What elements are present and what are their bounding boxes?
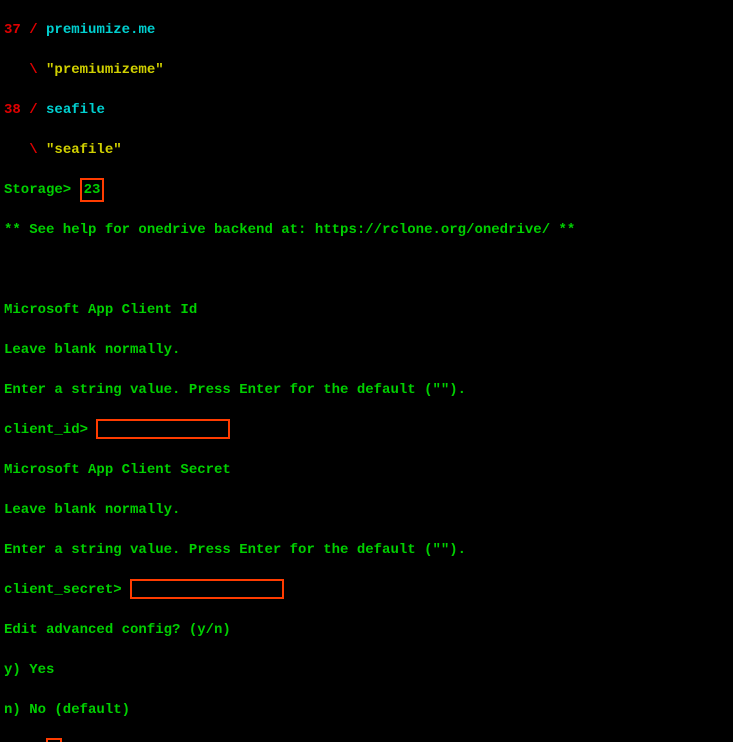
option-y-yes: y) Yes (4, 660, 729, 680)
terminal-output: 37 / premiumize.me \ "premiumizeme" 38 /… (0, 0, 733, 742)
help-line: ** See help for onedrive backend at: htt… (4, 220, 729, 240)
highlight-box: 23 (80, 178, 105, 202)
highlight-box[interactable] (130, 579, 284, 599)
option-number: 38 (4, 102, 21, 118)
storage-prompt-line: Storage> 23 (4, 180, 729, 200)
option-backslash: \ (4, 142, 46, 158)
enter-string-note: Enter a string value. Press Enter for th… (4, 380, 729, 400)
leave-blank-note: Leave blank normally. (4, 340, 729, 360)
scrollbar-track[interactable] (716, 0, 733, 742)
option-description: seafile (46, 102, 105, 118)
enter-string-note: Enter a string value. Press Enter for th… (4, 540, 729, 560)
option-backslash: \ (4, 62, 46, 78)
option-separator: / (21, 22, 46, 38)
option-code: "premiumizeme" (46, 62, 164, 78)
option-line: 37 / premiumize.me (4, 20, 729, 40)
option-code: "seafile" (46, 142, 122, 158)
edit-advanced-prompt: Edit advanced config? (y/n) (4, 620, 729, 640)
highlight-box[interactable] (96, 419, 230, 439)
option-n-no-default: n) No (default) (4, 700, 729, 720)
scrollbar[interactable] (716, 0, 733, 742)
client-secret-title: Microsoft App Client Secret (4, 460, 729, 480)
option-separator: / (21, 102, 46, 118)
leave-blank-note: Leave blank normally. (4, 500, 729, 520)
client-id-prompt: client_id> (4, 422, 88, 438)
option-code-line: \ "seafile" (4, 140, 729, 160)
option-line: 38 / seafile (4, 100, 729, 120)
client-secret-prompt: client_secret> (4, 582, 122, 598)
client-id-prompt-line: client_id> (4, 420, 729, 440)
client-secret-prompt-line: client_secret> (4, 580, 729, 600)
option-code-line: \ "premiumizeme" (4, 60, 729, 80)
highlight-box: n (46, 738, 62, 742)
client-id-title: Microsoft App Client Id (4, 300, 729, 320)
option-description: premiumize.me (46, 22, 155, 38)
storage-prompt: Storage> (4, 182, 71, 198)
storage-input-value[interactable]: 23 (84, 182, 101, 198)
option-number: 37 (4, 22, 21, 38)
